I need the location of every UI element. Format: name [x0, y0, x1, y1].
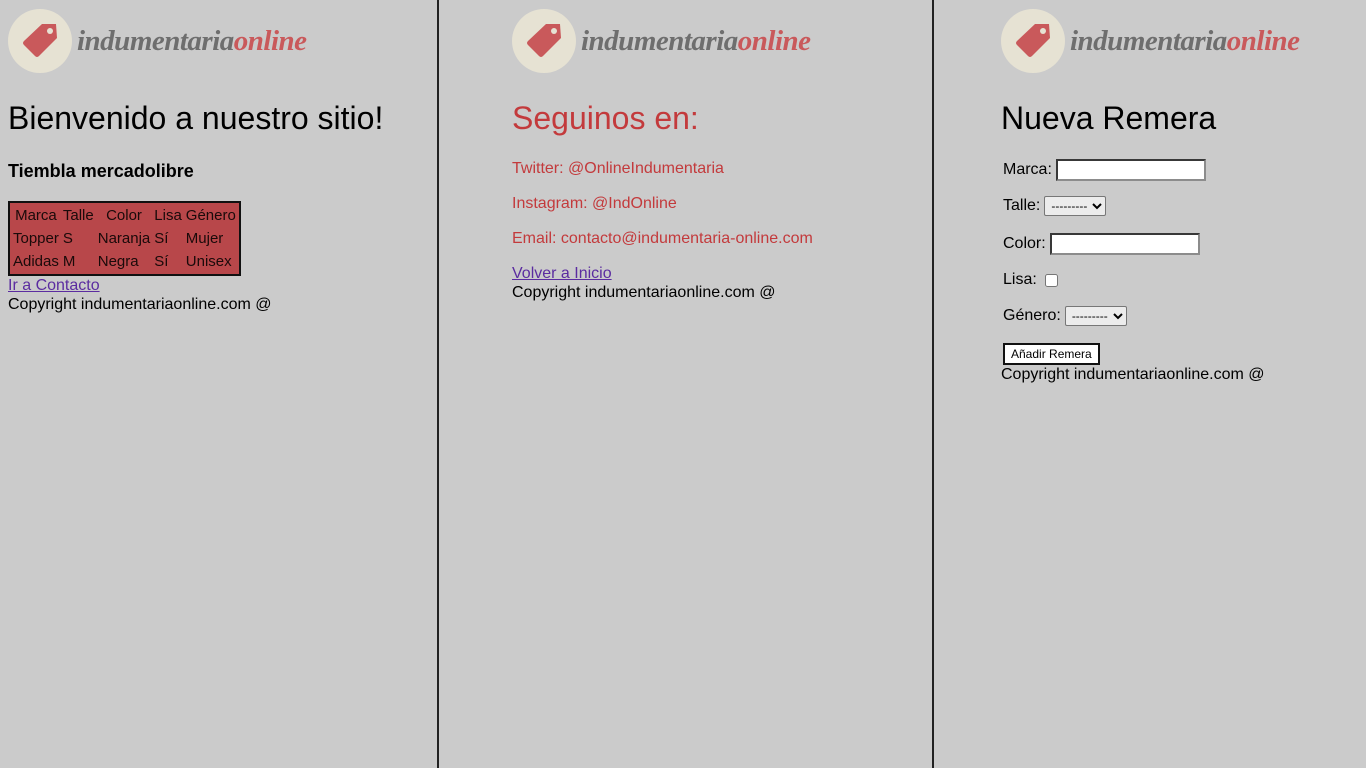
column-header-marca: Marca — [15, 207, 57, 224]
logo-wordmark: indumentariaonline — [77, 24, 307, 57]
lisa-checkbox[interactable] — [1044, 273, 1058, 287]
footer-copyright: Copyright indumentariaonline.com @ — [1001, 366, 1265, 383]
table-cell: Topper — [13, 230, 59, 247]
table-cell: M — [62, 253, 76, 270]
page-subtitle: Tiembla mercadolibre — [8, 161, 194, 181]
column-header-talle: Talle — [62, 207, 94, 224]
color-label: Color: — [1003, 235, 1046, 252]
logo-wordmark: indumentariaonline — [581, 24, 811, 57]
contact-link[interactable]: Ir a Contacto — [8, 276, 100, 295]
add-shirt-button[interactable]: Añadir Remera — [1003, 343, 1100, 365]
contact-frame: indumentariaonline Seguinos en: Twitter:… — [437, 0, 932, 768]
table-row: Topper S Naranja Sí Mujer — [12, 228, 237, 249]
column-header-lisa: Lisa — [154, 207, 182, 224]
logo-text-main: indumentaria — [581, 24, 738, 57]
color-input[interactable] — [1049, 233, 1200, 255]
talle-select[interactable]: --------- — [1044, 196, 1107, 216]
column-header-color: Color — [106, 207, 142, 224]
logo-badge — [1001, 9, 1065, 73]
products-table: Marca Talle Color Lisa Género Topper S N… — [8, 201, 241, 276]
table-row: Adidas M Negra Sí Unisex — [12, 251, 237, 272]
logo-badge — [8, 9, 72, 73]
home-frame: indumentariaonline Bienvenido a nuestro … — [0, 0, 437, 768]
page-title: Bienvenido a nuestro sitio! — [8, 100, 384, 136]
talle-label: Talle: — [1003, 197, 1041, 214]
marca-label: Marca: — [1003, 161, 1052, 178]
table-cell: Sí — [154, 230, 169, 247]
table-cell: Sí — [154, 253, 169, 270]
color-row: Color: — [1003, 233, 1200, 255]
genero-row: Género: --------- — [1003, 306, 1127, 326]
column-header-genero: Género — [185, 207, 236, 224]
logo-text-accent: online — [737, 24, 811, 57]
table-cell: Adidas — [13, 253, 59, 270]
talle-row: Talle: --------- — [1003, 196, 1107, 216]
marca-input[interactable] — [1055, 159, 1206, 181]
footer-copyright: Copyright indumentariaonline.com @ — [8, 296, 272, 313]
genero-label: Género: — [1003, 307, 1061, 324]
logo-text-main: indumentaria — [77, 24, 234, 57]
page-title: Nueva Remera — [1001, 100, 1217, 136]
tag-icon — [1016, 24, 1050, 57]
table-cell: Naranja — [97, 230, 151, 247]
site-logo: indumentariaonline — [8, 9, 307, 73]
footer-copyright: Copyright indumentariaonline.com @ — [512, 284, 776, 301]
contact-email: Email: contacto@indumentaria-online.com — [512, 230, 813, 247]
twitter-handle: Twitter: @OnlineIndumentaria — [512, 160, 724, 177]
logo-badge — [512, 9, 576, 73]
page-title: Seguinos en: — [512, 100, 699, 136]
table-cell: Negra — [97, 253, 139, 270]
table-cell: Unisex — [185, 253, 232, 270]
tag-icon — [527, 24, 561, 57]
frameset: indumentariaonline Bienvenido a nuestro … — [0, 0, 1366, 768]
genero-select[interactable]: --------- — [1064, 306, 1127, 326]
logo-text-accent: online — [1226, 24, 1300, 57]
lisa-row: Lisa: — [1003, 271, 1058, 289]
tag-icon — [23, 24, 57, 57]
lisa-label: Lisa: — [1003, 271, 1037, 288]
table-header-row: Marca Talle Color Lisa Género — [12, 205, 237, 226]
logo-wordmark: indumentariaonline — [1070, 24, 1300, 57]
table-cell: S — [62, 230, 73, 247]
logo-text-accent: online — [233, 24, 307, 57]
logo-text-main: indumentaria — [1070, 24, 1227, 57]
instagram-handle: Instagram: @IndOnline — [512, 195, 677, 212]
site-logo: indumentariaonline — [512, 9, 811, 73]
marca-row: Marca: — [1003, 159, 1206, 181]
home-link[interactable]: Volver a Inicio — [512, 264, 612, 283]
table-cell: Mujer — [185, 230, 224, 247]
site-logo: indumentariaonline — [1001, 9, 1300, 73]
new-item-frame: indumentariaonline Nueva Remera Marca: T… — [932, 0, 1366, 768]
